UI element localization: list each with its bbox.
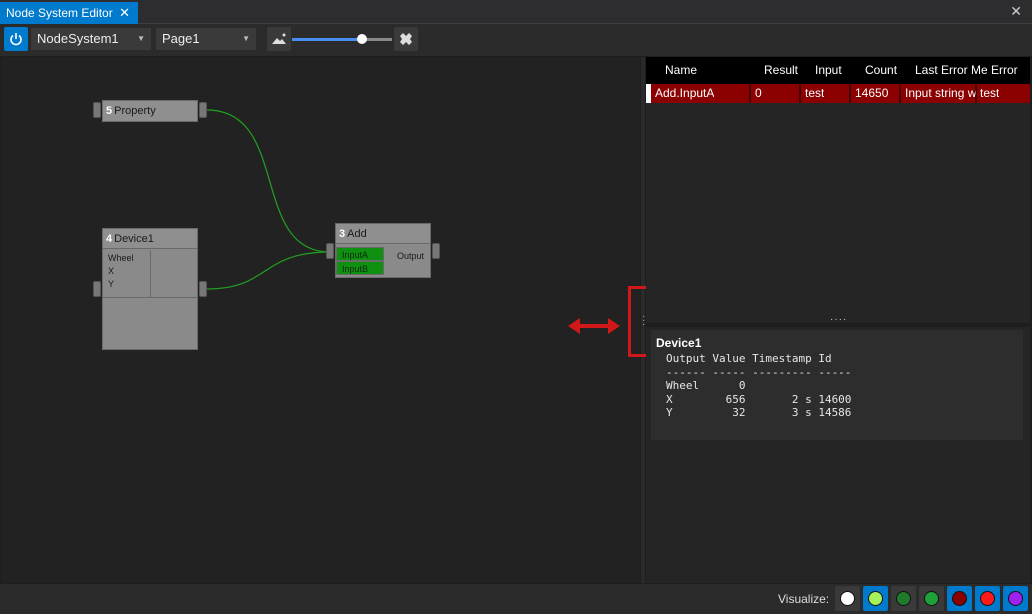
input-b-pin[interactable]: InputB <box>336 261 384 275</box>
col-input[interactable]: Input <box>815 57 842 84</box>
col-name[interactable]: Name <box>665 57 697 84</box>
node-title: Property <box>114 105 156 117</box>
color-dot-icon <box>980 591 995 606</box>
device-output-port[interactable] <box>199 281 207 297</box>
splitter-dots-icon[interactable]: ···· <box>830 314 847 325</box>
detail-title: Device1 <box>656 336 702 350</box>
add-node-title: 3 Add <box>336 224 430 244</box>
property-output-port[interactable] <box>199 102 207 118</box>
visualize-green-button[interactable] <box>919 586 944 611</box>
add-node[interactable]: 3 Add InputA InputB Output <box>335 223 431 278</box>
grid-header: Name Result Input Count Last Error Me Er… <box>646 57 1030 84</box>
visualize-dark-red-button[interactable] <box>947 586 972 611</box>
output-x: X <box>108 266 115 276</box>
property-input-port[interactable] <box>93 102 101 118</box>
visualize-dark-green-button[interactable] <box>891 586 916 611</box>
node-title: Device1 <box>114 233 154 245</box>
window-close-icon[interactable]: ✕ <box>1010 3 1022 20</box>
detail-output-table: Output Value Timestamp Id ------ ----- -… <box>666 352 852 419</box>
connection-property-to-inputa <box>206 109 331 253</box>
visualize-red-button[interactable] <box>975 586 1000 611</box>
device-right-panel <box>151 250 198 298</box>
col-result[interactable]: Result <box>764 57 798 84</box>
color-dot-icon <box>1008 591 1023 606</box>
grid-row-dividers <box>749 84 977 103</box>
device-outputs-list: Wheel X Y <box>103 250 151 298</box>
col-error[interactable]: Error <box>991 57 1018 84</box>
visualize-light-green-button[interactable] <box>863 586 888 611</box>
input-a-pin[interactable]: InputA <box>336 247 384 261</box>
add-input-port[interactable] <box>326 243 334 259</box>
device-detail-panel: Device1 Output Value Timestamp Id ------… <box>651 330 1023 440</box>
node-id: 3 <box>339 228 346 240</box>
add-output-port[interactable] <box>432 243 440 259</box>
status-bar: Visualize: <box>0 584 1032 614</box>
visualize-purple-button[interactable] <box>1003 586 1028 611</box>
color-dot-icon <box>896 591 911 606</box>
output-wheel: Wheel <box>108 253 134 263</box>
device-node-title: 4 Device1 <box>103 229 197 249</box>
color-dot-icon <box>868 591 883 606</box>
node-title: Add <box>347 228 367 240</box>
property-node-title: 5 Property <box>103 101 197 121</box>
device-input-port[interactable] <box>93 281 101 297</box>
visualize-white-button[interactable] <box>835 586 860 611</box>
device-node[interactable]: 4 Device1 Wheel X Y <box>102 228 198 350</box>
node-id: 4 <box>106 233 113 245</box>
resize-arrow-icon <box>568 318 620 334</box>
col-count[interactable]: Count <box>865 57 897 84</box>
node-id: 5 <box>106 105 113 117</box>
color-dot-icon <box>840 591 855 606</box>
output-y: Y <box>108 279 115 289</box>
color-dot-icon <box>952 591 967 606</box>
color-dot-icon <box>924 591 939 606</box>
visualize-label: Visualize: <box>778 592 830 606</box>
add-output-label: Output <box>397 251 425 261</box>
connection-device-to-inputa <box>206 251 331 290</box>
property-node[interactable]: 5 Property <box>102 100 198 122</box>
col-last-error[interactable]: Last Error Me <box>915 57 987 84</box>
